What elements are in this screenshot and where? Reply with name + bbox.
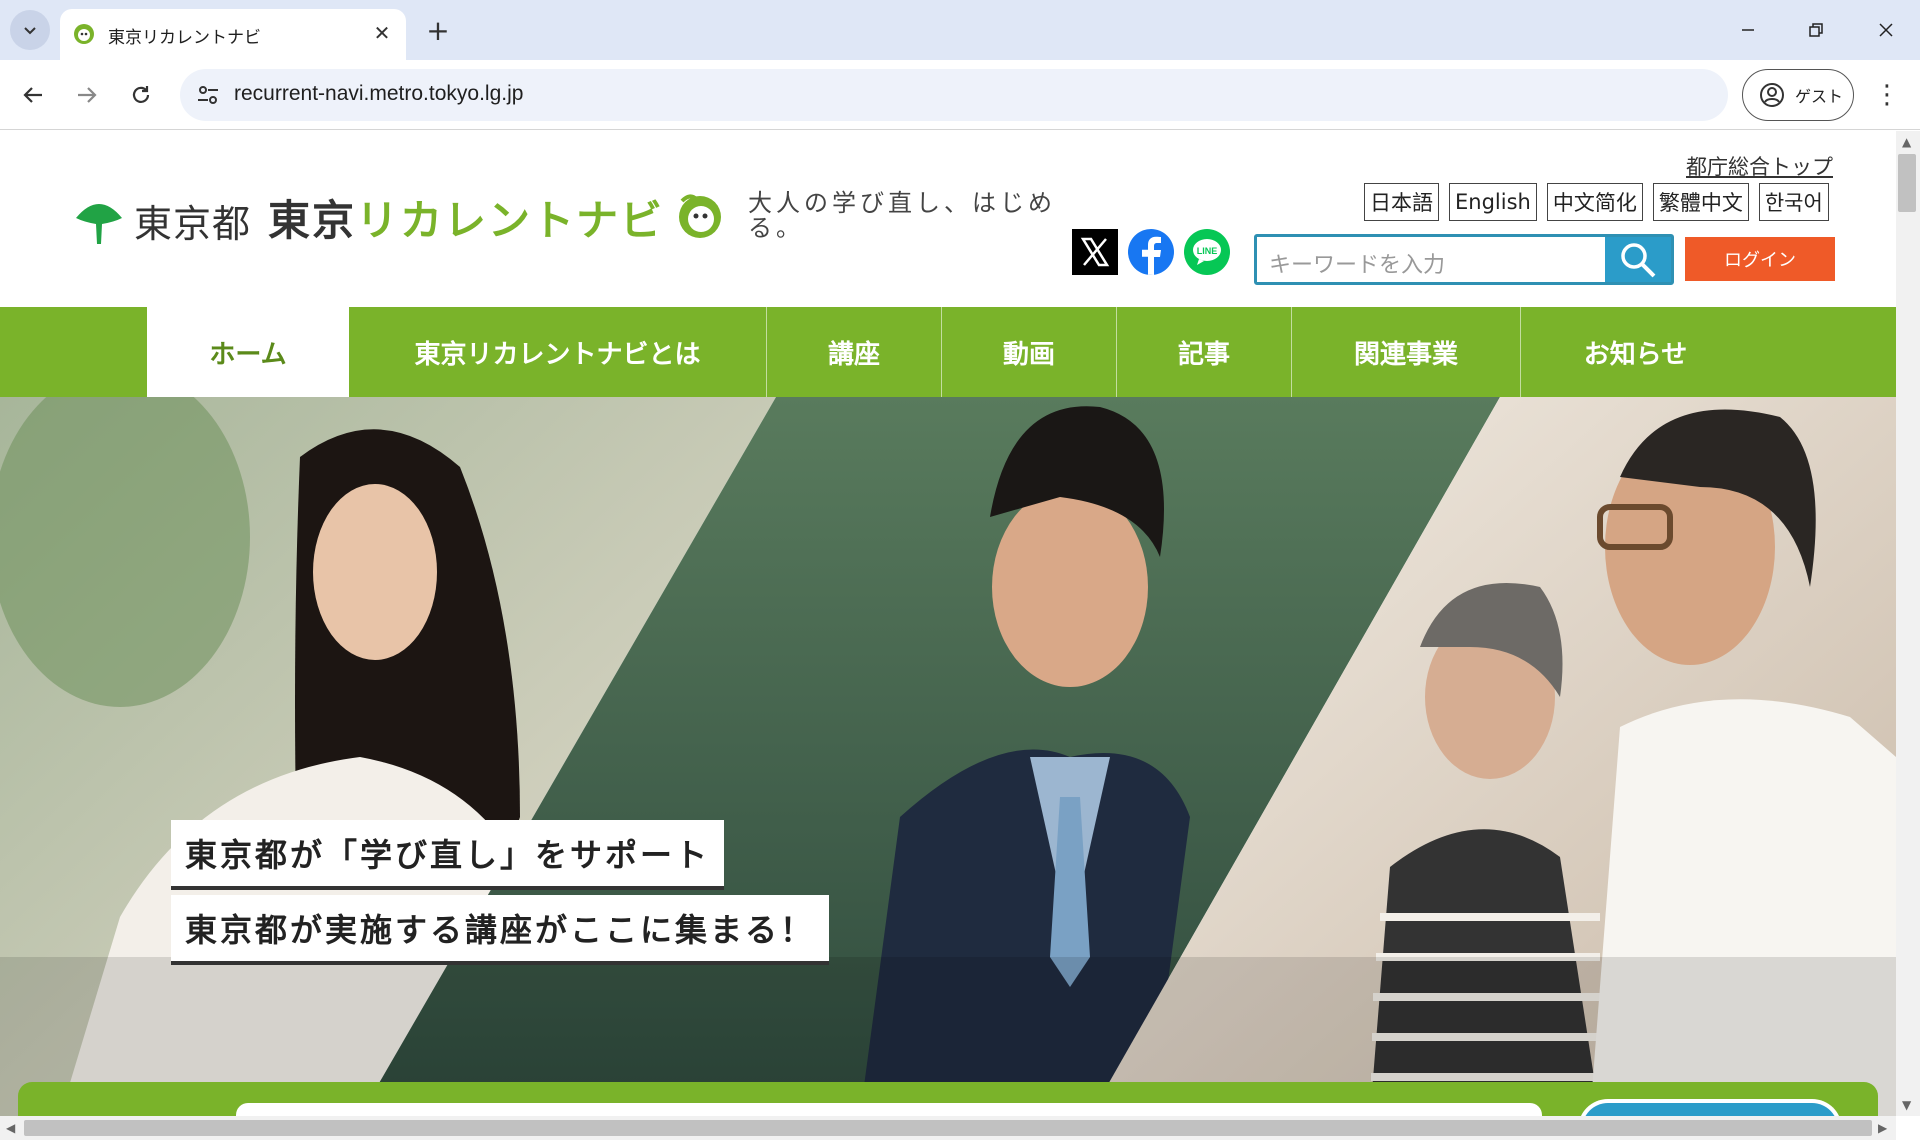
course-category-tabs[interactable] xyxy=(236,1103,1542,1116)
tab-title: 東京リカレントナビ xyxy=(108,28,261,48)
scroll-left-icon[interactable]: ◀ xyxy=(6,1121,15,1135)
lang-zh-hant[interactable]: 繁體中文 xyxy=(1652,183,1749,221)
hero-caption-1: 東京都が「学び直し」をサポート xyxy=(171,820,725,890)
profile-button[interactable]: ゲスト xyxy=(1742,69,1854,121)
scroll-down-icon[interactable]: ▼ xyxy=(1902,1098,1911,1112)
line-icon[interactable]: LINE xyxy=(1184,229,1230,275)
lang-en[interactable]: English xyxy=(1449,183,1537,221)
close-tab-icon[interactable]: ✕ xyxy=(368,19,396,47)
minimize-icon xyxy=(1742,29,1754,31)
restore-button[interactable] xyxy=(1796,12,1836,48)
restore-icon xyxy=(1809,23,1823,37)
reload-button[interactable] xyxy=(122,76,160,114)
search-box: キーワードを入力 xyxy=(1254,234,1674,285)
hero-banner: 東京都が「学び直し」をサポート 東京都が実施する講座がここに集まる！ xyxy=(0,397,1896,1116)
person-icon xyxy=(1760,83,1784,107)
tagline: 大人の学び直し、はじめる。 xyxy=(748,189,1056,242)
site-info-icon[interactable] xyxy=(194,81,222,109)
close-icon xyxy=(1879,23,1893,37)
horizontal-scroll-thumb[interactable] xyxy=(24,1120,1872,1136)
login-button[interactable]: ログイン xyxy=(1685,237,1835,281)
nav-home[interactable]: ホーム xyxy=(147,307,349,397)
nav-related[interactable]: 関連事業 xyxy=(1292,307,1521,397)
tab-search-button[interactable] xyxy=(10,10,50,50)
lang-ja[interactable]: 日本語 xyxy=(1364,183,1439,221)
facebook-icon[interactable] xyxy=(1128,229,1174,275)
back-button[interactable] xyxy=(14,76,52,114)
site-logo[interactable]: 東京リカレントナビ xyxy=(268,187,664,248)
vertical-scroll-thumb[interactable] xyxy=(1898,154,1916,212)
search-icon xyxy=(1621,242,1656,277)
nav-videos[interactable]: 動画 xyxy=(942,307,1117,397)
nav-about[interactable]: 東京リカレントナビとは xyxy=(349,307,767,397)
browser-tab-bar: 東京リカレントナビ ✕ + xyxy=(0,0,1920,60)
nav-news[interactable]: お知らせ xyxy=(1521,307,1750,397)
favicon-icon xyxy=(74,24,94,44)
tokyo-metro-logo[interactable]: 東京都 xyxy=(74,193,251,248)
x-icon[interactable] xyxy=(1072,229,1118,275)
lang-zh-hans[interactable]: 中文简化 xyxy=(1546,183,1643,221)
nav-courses[interactable]: 講座 xyxy=(767,307,942,397)
browser-tab-active[interactable]: 東京リカレントナビ ✕ xyxy=(60,9,406,60)
hero-photo-collage xyxy=(0,397,1896,1116)
svg-text:LINE: LINE xyxy=(1197,246,1218,256)
chevron-down-icon xyxy=(24,27,36,35)
browser-menu-button[interactable]: ⋮ xyxy=(1872,76,1902,114)
scroll-right-icon[interactable]: ▶ xyxy=(1878,1121,1887,1135)
search-pill-button[interactable] xyxy=(1578,1099,1842,1116)
lang-ko[interactable]: 한국어 xyxy=(1758,183,1829,221)
web-page: 東京都 東京リカレントナビ 大人の学び直し、はじめる。 都庁総合トップ 日本語 … xyxy=(0,131,1896,1116)
url-text[interactable]: recurrent-navi.metro.tokyo.lg.jp xyxy=(234,82,523,106)
back-arrow-icon xyxy=(23,87,42,103)
profile-label: ゲスト xyxy=(1795,87,1844,106)
new-tab-button[interactable]: + xyxy=(422,14,454,47)
address-bar[interactable]: recurrent-navi.metro.tokyo.lg.jp xyxy=(180,69,1728,121)
search-button[interactable] xyxy=(1605,237,1671,282)
nav-articles[interactable]: 記事 xyxy=(1117,307,1292,397)
reload-icon xyxy=(132,86,150,103)
browser-toolbar: recurrent-navi.metro.tokyo.lg.jp ゲスト ⋮ xyxy=(0,60,1920,130)
site-name-part2: リカレントナビ xyxy=(356,196,665,245)
mascot-icon xyxy=(679,194,721,238)
vertical-scrollbar[interactable] xyxy=(1896,131,1920,1116)
global-nav: ホーム 東京リカレントナビとは 講座 動画 記事 関連事業 お知らせ xyxy=(0,307,1896,397)
hero-caption-2: 東京都が実施する講座がここに集まる！ xyxy=(171,895,830,965)
ginkgo-leaf-icon xyxy=(76,203,122,244)
close-window-button[interactable] xyxy=(1866,12,1906,48)
forward-arrow-icon xyxy=(78,87,97,103)
scroll-up-icon[interactable]: ▲ xyxy=(1902,135,1911,149)
language-switcher: 日本語 English 中文简化 繁體中文 한국어 xyxy=(1364,183,1829,221)
govtop-link[interactable]: 都庁総合トップ xyxy=(1686,151,1833,181)
metro-name: 東京都 xyxy=(134,202,252,246)
minimize-button[interactable] xyxy=(1728,12,1768,48)
site-name-part1: 東京 xyxy=(268,196,357,245)
forward-button[interactable] xyxy=(68,76,106,114)
search-input[interactable]: キーワードを入力 xyxy=(1269,247,1445,279)
